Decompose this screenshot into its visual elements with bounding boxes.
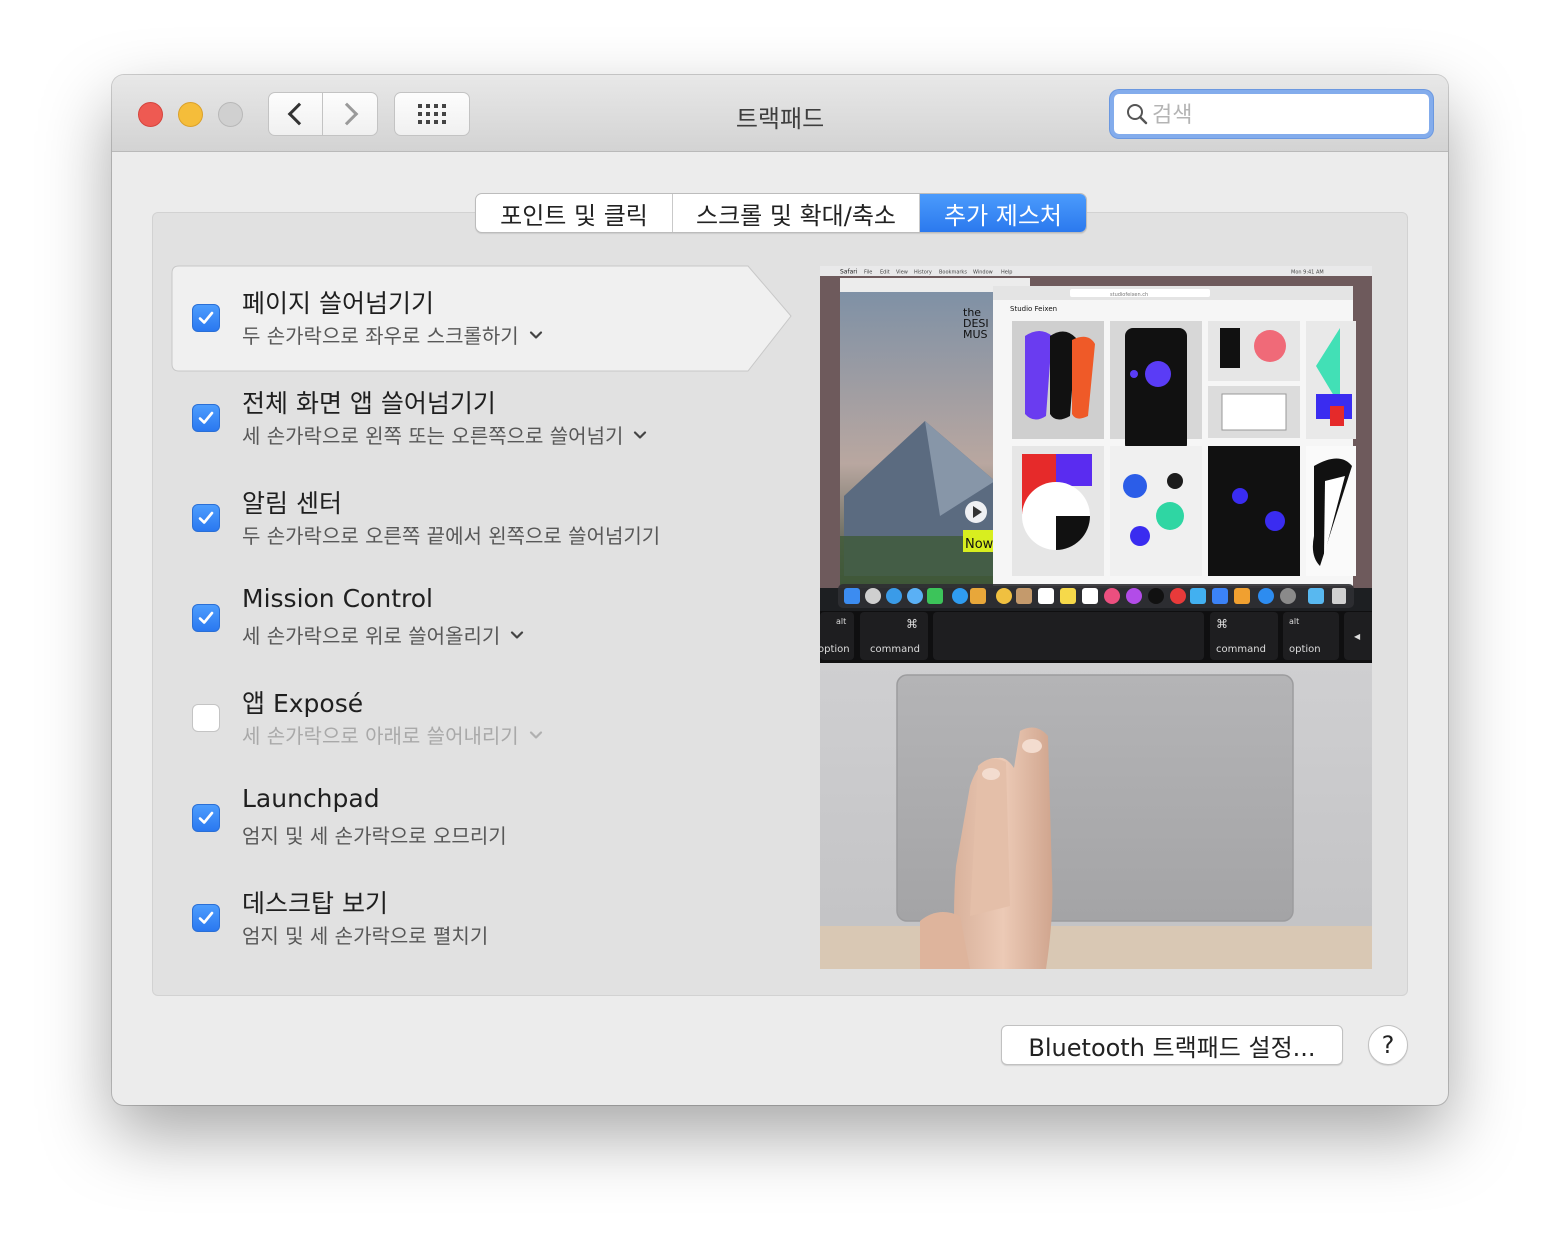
chevron-down-icon <box>529 730 542 739</box>
gesture-option-swipe-fullscreen-apps[interactable]: 전체 화면 앱 쓸어넘기기 세 손가락으로 왼쪽 또는 오른쪽으로 쓸어넘기 <box>192 368 772 448</box>
checkmark-icon <box>198 911 214 924</box>
chevron-down-icon <box>634 430 647 439</box>
menubar-file: File <box>864 270 872 276</box>
key-arrow-left: ◀ <box>1354 632 1361 641</box>
chevron-down-icon <box>511 630 524 639</box>
preview-illustration: Safari File Edit View History Bookmarks … <box>820 266 1372 969</box>
help-button[interactable]: ? <box>1368 1025 1408 1065</box>
menubar-help: Help <box>1001 270 1012 276</box>
option-gesture-menu[interactable]: 세 손가락으로 위로 쓸어올리기 <box>242 620 524 649</box>
key-cmd-symbol-right: ⌘ <box>1216 617 1228 631</box>
browser-url: studiofeixen.ch <box>1110 292 1148 298</box>
option-title: Mission Control <box>242 584 433 613</box>
tab-scroll-and-zoom[interactable]: 스크롤 및 확대/축소 <box>673 194 920 232</box>
option-title: 알림 센터 <box>242 489 342 518</box>
menubar-app-name: Safari <box>840 269 858 276</box>
bluetooth-trackpad-setup-button[interactable]: Bluetooth 트랙패드 설정... <box>1001 1025 1343 1065</box>
option-subtitle: 엄지 및 세 손가락으로 오므리기 <box>242 824 507 848</box>
checkmark-icon <box>198 411 214 424</box>
key-command-right: command <box>1216 644 1266 655</box>
site-logo-line-3: MUS <box>963 328 988 341</box>
gesture-option-mission-control[interactable]: Mission Control 세 손가락으로 위로 쓸어올리기 <box>192 568 772 648</box>
now-label: Now <box>965 537 994 552</box>
dock-icons <box>844 588 1346 604</box>
option-subtitle: 두 손가락으로 좌우로 스크롤하기 <box>242 324 519 348</box>
key-alt-right: alt <box>1289 617 1299 626</box>
checkbox-notification-center[interactable] <box>192 504 220 532</box>
title-bar: 트랙패드 <box>112 75 1448 152</box>
tab-more-gestures[interactable]: 추가 제스처 <box>920 194 1086 232</box>
menubar-window: Window <box>973 270 993 276</box>
option-subtitle: 엄지 및 세 손가락으로 펼치기 <box>242 924 489 948</box>
option-title: 앱 Exposé <box>242 689 364 718</box>
menubar-view: View <box>896 270 908 276</box>
gesture-option-launchpad[interactable]: Launchpad 엄지 및 세 손가락으로 오므리기 <box>192 768 772 848</box>
system-preferences-window: 트랙패드 포인트 및 클릭 스크롤 및 확대/축소 추가 제스처 페이지 쓸어넘… <box>112 75 1448 1105</box>
key-command-left: command <box>870 644 920 655</box>
option-subtitle: 세 손가락으로 위로 쓸어올리기 <box>242 624 501 648</box>
key-cmd-symbol-left: ⌘ <box>906 617 918 631</box>
option-title: 페이지 쓸어넘기기 <box>242 289 434 318</box>
option-subtitle: 세 손가락으로 아래로 쓸어내리기 <box>242 724 519 748</box>
search-icon <box>1127 104 1148 125</box>
chevron-down-icon <box>529 330 542 339</box>
checkmark-icon <box>198 511 214 524</box>
key-option-left: option <box>820 644 850 655</box>
key-alt-left: alt <box>836 617 846 626</box>
checkmark-icon <box>198 611 214 624</box>
tab-bar: 포인트 및 클릭 스크롤 및 확대/축소 추가 제스처 <box>475 193 1087 233</box>
gesture-option-show-desktop[interactable]: 데스크탑 보기 엄지 및 세 손가락으로 펼치기 <box>192 868 772 948</box>
menubar-clock: Mon 9:41 AM <box>1291 270 1324 276</box>
option-gesture-menu[interactable]: 세 손가락으로 왼쪽 또는 오른쪽으로 쓸어넘기 <box>242 420 647 449</box>
option-subtitle: 두 손가락으로 오른쪽 끝에서 왼쪽으로 쓸어넘기기 <box>242 524 661 548</box>
option-title: 데스크탑 보기 <box>242 889 388 918</box>
option-subtitle: 세 손가락으로 왼쪽 또는 오른쪽으로 쓸어넘기 <box>242 424 624 448</box>
menubar-bookmarks: Bookmarks <box>939 270 967 276</box>
option-title: Launchpad <box>242 784 380 813</box>
tab-point-and-click[interactable]: 포인트 및 클릭 <box>476 194 673 232</box>
gesture-option-swipe-pages[interactable]: 페이지 쓸어넘기기 두 손가락으로 좌우로 스크롤하기 <box>192 268 772 348</box>
gesture-option-app-expose[interactable]: 앱 Exposé 세 손가락으로 아래로 쓸어내리기 <box>192 668 772 748</box>
checkbox-swipe-fullscreen-apps[interactable] <box>192 404 220 432</box>
checkbox-launchpad[interactable] <box>192 804 220 832</box>
option-title: 전체 화면 앱 쓸어넘기기 <box>242 389 496 418</box>
gesture-preview-video: Safari File Edit View History Bookmarks … <box>820 266 1372 969</box>
menubar-edit: Edit <box>880 270 890 276</box>
key-option-right: option <box>1289 644 1321 655</box>
checkbox-swipe-pages[interactable] <box>192 304 220 332</box>
option-gesture-menu[interactable]: 두 손가락으로 좌우로 스크롤하기 <box>242 320 543 349</box>
menubar-history: History <box>914 270 932 276</box>
checkmark-icon <box>198 811 214 824</box>
gesture-option-notification-center[interactable]: 알림 센터 두 손가락으로 오른쪽 끝에서 왼쪽으로 쓸어넘기기 <box>192 468 772 548</box>
site-title: Studio Feixen <box>1010 305 1057 313</box>
checkbox-show-desktop[interactable] <box>192 904 220 932</box>
checkbox-app-expose[interactable] <box>192 704 220 732</box>
search-input[interactable] <box>1152 98 1422 132</box>
checkmark-icon <box>198 311 214 324</box>
checkbox-mission-control[interactable] <box>192 604 220 632</box>
search-field[interactable] <box>1110 90 1433 138</box>
option-gesture-menu: 세 손가락으로 아래로 쓸어내리기 <box>242 720 543 749</box>
